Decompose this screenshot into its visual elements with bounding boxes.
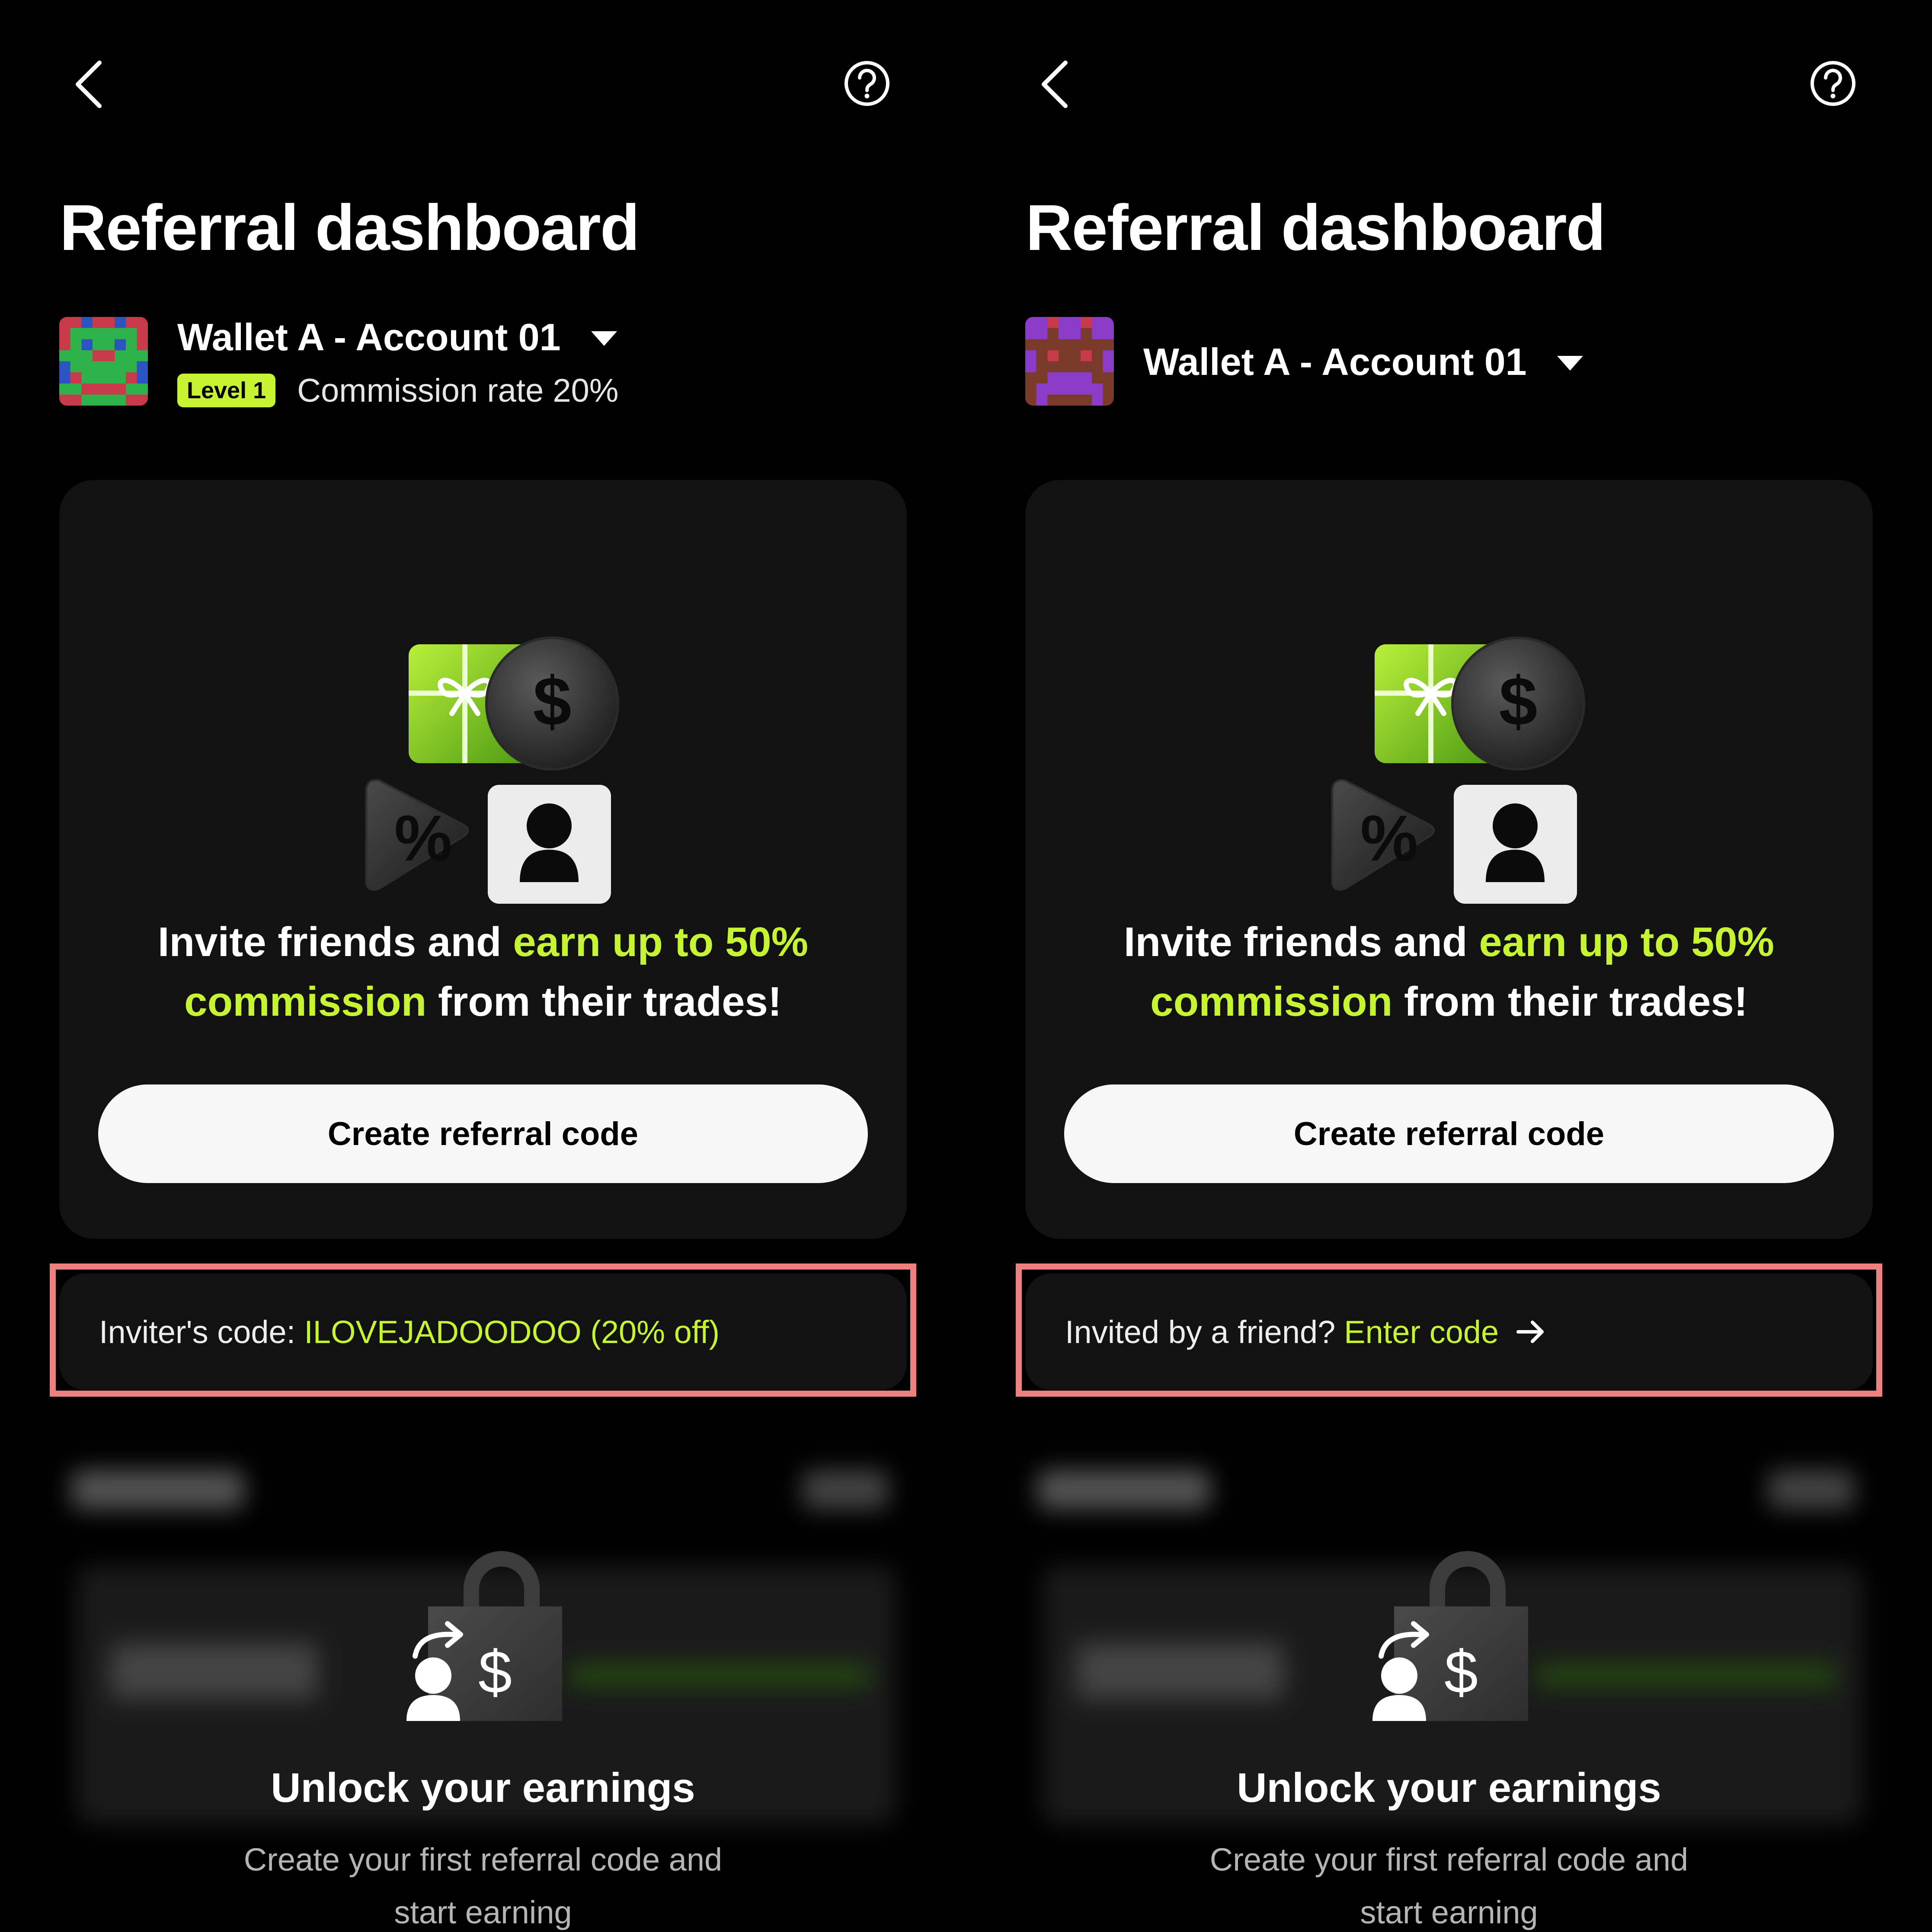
promo-text-part1: Invite friends and [157, 919, 513, 965]
highlight-box [1016, 1263, 1882, 1397]
page-title: Referral dashboard [1026, 191, 1606, 264]
avatar[interactable] [59, 317, 148, 406]
create-referral-code-button[interactable]: Create referral code [98, 1084, 868, 1183]
promo-text-part2: from their trades! [1392, 979, 1748, 1025]
lock-dollar-icon: $ [1372, 1551, 1528, 1721]
referral-card: $ % Invite friends and earn up to 50% co… [59, 480, 907, 1239]
promo-text: Invite friends and earn up to 50% commis… [102, 912, 864, 1032]
svg-text:$: $ [1499, 662, 1538, 740]
unlock-subtitle: Create your first referral code and star… [0, 1833, 966, 1932]
screen-enter-code: Referral dashboard Wallet A - Account 01 [966, 0, 1932, 1932]
level-badge: Level 1 [177, 374, 276, 407]
page-title: Referral dashboard [60, 191, 640, 264]
create-referral-code-button[interactable]: Create referral code [1064, 1084, 1834, 1183]
user-card-icon [488, 785, 611, 904]
unlock-subtitle: Create your first referral code and star… [966, 1833, 1932, 1932]
rewards-illustration: $ % [365, 637, 619, 904]
svg-text:$: $ [1444, 1638, 1478, 1706]
percent-tag-icon: % [365, 779, 469, 891]
chevron-left-icon[interactable] [65, 56, 112, 112]
account-selector[interactable]: Wallet A - Account 01 [177, 313, 617, 361]
svg-text:$: $ [533, 662, 572, 740]
promo-text: Invite friends and earn up to 50% commis… [1068, 912, 1830, 1032]
rewards-illustration: $ % [1331, 637, 1585, 904]
question-circle-icon[interactable] [1809, 60, 1857, 107]
unlock-subtitle-line2: start earning [1360, 1894, 1538, 1930]
svg-text:$: $ [478, 1638, 512, 1706]
question-circle-icon[interactable] [843, 60, 891, 107]
lock-dollar-icon: $ [406, 1551, 562, 1721]
svg-text:%: % [1360, 802, 1418, 874]
percent-tag-icon: % [1331, 779, 1435, 891]
level-row: Level 1 Commission rate 20% [177, 371, 619, 410]
unlock-subtitle-line1: Create your first referral code and [1209, 1842, 1689, 1878]
account-name: Wallet A - Account 01 [1143, 340, 1527, 383]
dollar-coin-icon: $ [485, 637, 619, 771]
svg-text:%: % [394, 802, 452, 874]
promo-text-part1: Invite friends and [1123, 919, 1479, 965]
commission-rate: Commission rate 20% [297, 372, 619, 409]
chevron-left-icon[interactable] [1031, 56, 1078, 112]
dollar-coin-icon: $ [1451, 637, 1585, 771]
avatar[interactable] [1025, 317, 1114, 406]
user-card-icon [1454, 785, 1577, 904]
highlight-box [50, 1263, 916, 1397]
unlock-subtitle-line2: start earning [394, 1894, 572, 1930]
caret-down-icon [591, 331, 617, 346]
account-name: Wallet A - Account 01 [177, 316, 561, 358]
account-selector[interactable]: Wallet A - Account 01 [1143, 338, 1583, 386]
caret-down-icon [1557, 356, 1583, 371]
unlock-title: Unlock your earnings [1237, 1765, 1661, 1811]
screen-inviter-code: Referral dashboard Wallet A - Account 01… [0, 0, 966, 1932]
unlock-subtitle-line1: Create your first referral code and [243, 1842, 723, 1878]
promo-text-part2: from their trades! [426, 979, 782, 1025]
referral-card: $ % Invite friends and earn up to 50% co… [1025, 480, 1873, 1239]
unlock-title: Unlock your earnings [271, 1765, 695, 1811]
